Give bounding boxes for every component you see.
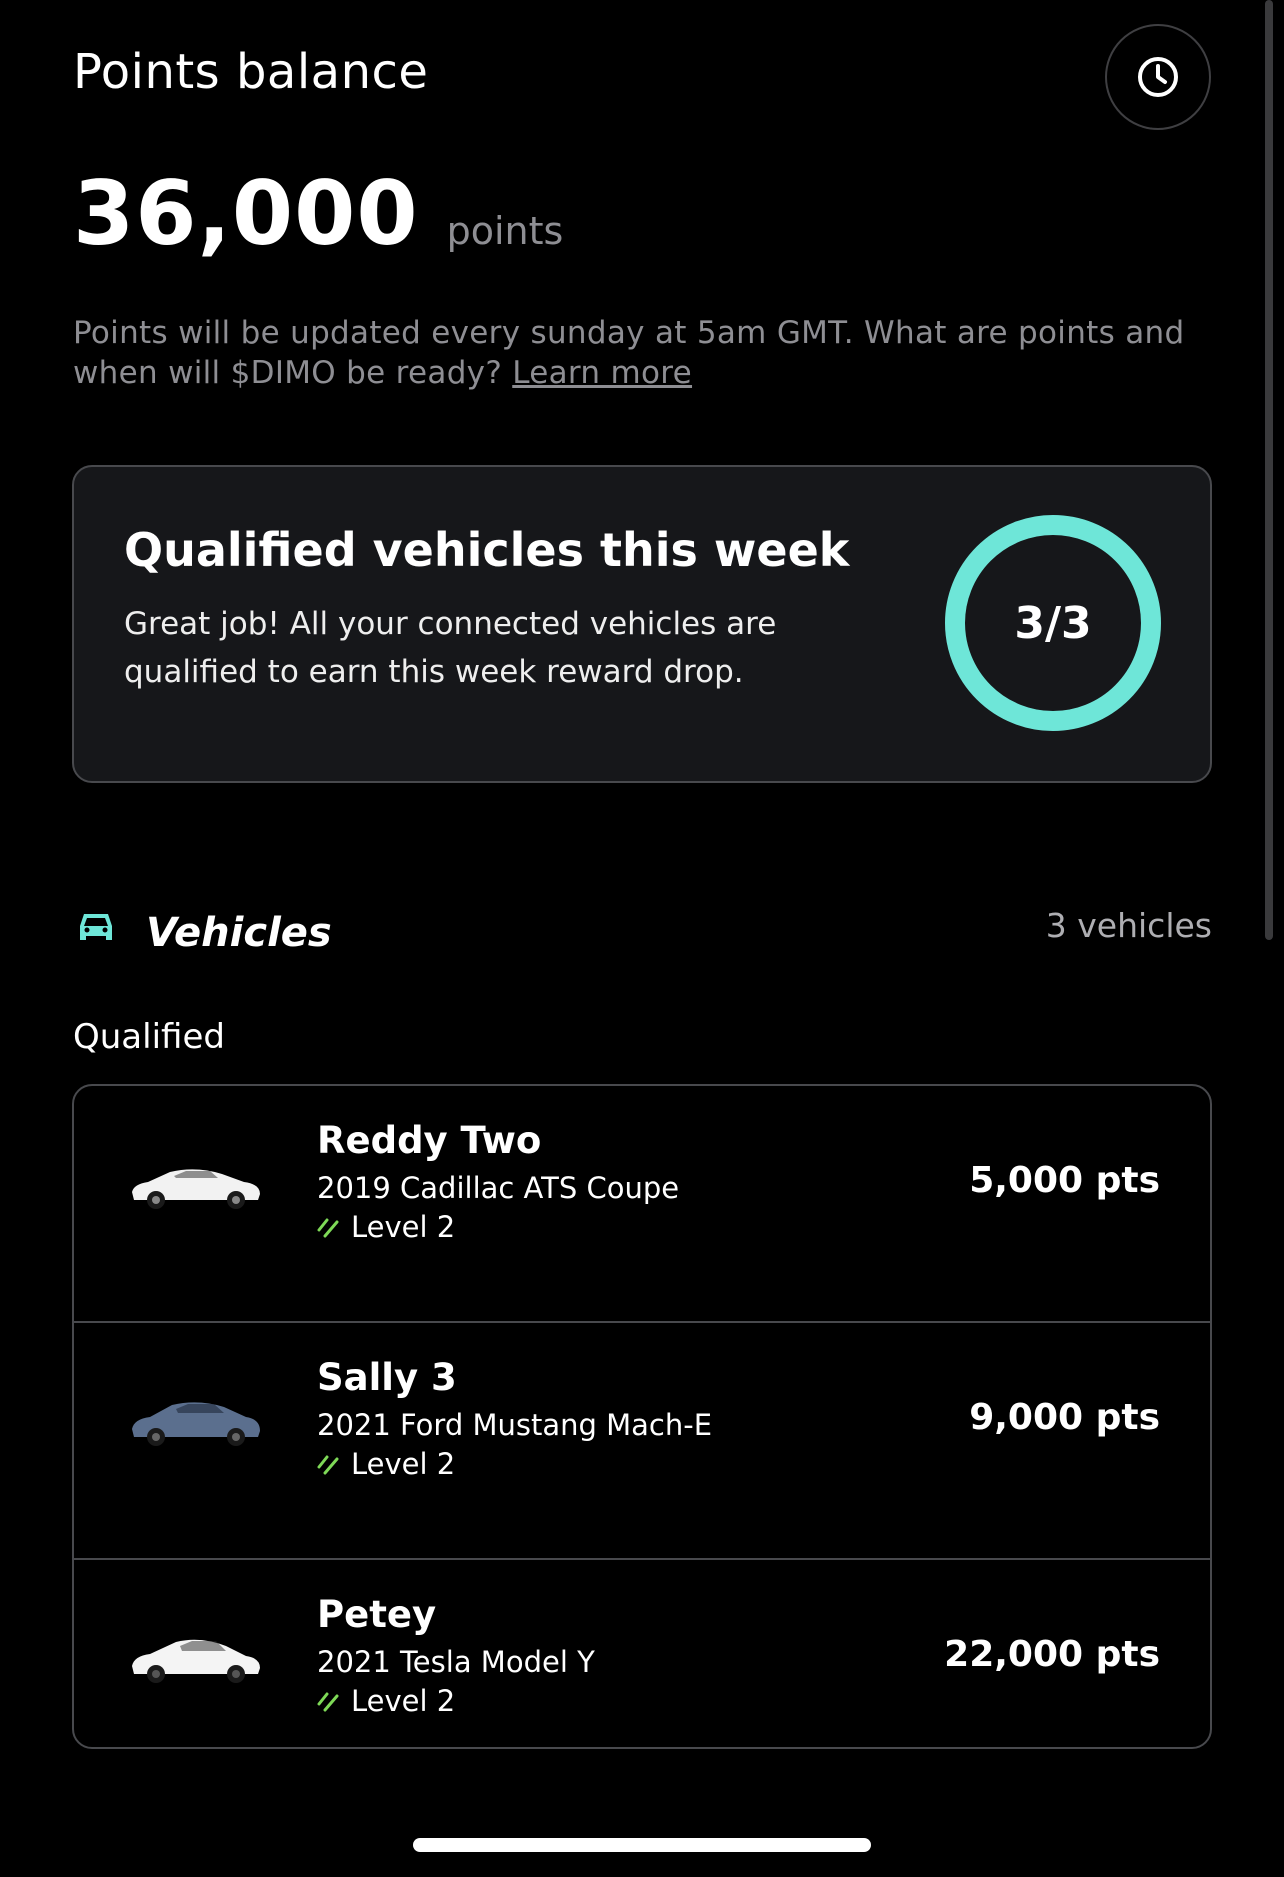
qualified-card-description: Great job! All your connected vehicles a… — [124, 606, 777, 690]
qualified-count-label: 3/3 — [1014, 597, 1092, 649]
learn-more-link[interactable]: Learn more — [512, 355, 692, 391]
page-title: Points balance — [73, 44, 429, 100]
level-icon — [317, 1692, 339, 1712]
vehicle-image — [132, 1169, 260, 1209]
vehicle-name: Sally 3 — [317, 1356, 457, 1399]
car-icon — [80, 914, 112, 940]
vehicle-points: 9,000 pts — [969, 1397, 1160, 1438]
vehicle-image — [132, 1639, 260, 1683]
vehicle-model: 2021 Ford Mustang Mach-E — [317, 1408, 713, 1442]
vehicle-name: Reddy Two — [317, 1119, 542, 1162]
vehicle-model: 2021 Tesla Model Y — [317, 1645, 595, 1679]
level-icon — [317, 1218, 339, 1238]
vehicle-level: Level 2 — [317, 1210, 455, 1244]
vehicles-header: Vehicles 3 vehicles — [76, 906, 1212, 960]
home-indicator[interactable] — [413, 1838, 871, 1852]
vehicle-level: Level 2 — [317, 1447, 455, 1481]
vehicle-name: Petey — [317, 1593, 437, 1636]
vehicle-points: 22,000 pts — [944, 1634, 1160, 1675]
qualified-card-title: Qualified vehicles this week — [124, 523, 850, 577]
balance-unit: points — [446, 209, 564, 253]
points-balance: 36,000 points — [73, 170, 563, 258]
vehicle-model: 2019 Cadillac ATS Coupe — [317, 1171, 680, 1205]
vehicle-list: Reddy Two 2019 Cadillac ATS Coupe Level … — [72, 1084, 1212, 1749]
vehicle-row[interactable]: Reddy Two 2019 Cadillac ATS Coupe Level … — [74, 1086, 1210, 1323]
vehicle-level: Level 2 — [317, 1684, 455, 1718]
vehicle-level-label: Level 2 — [351, 1447, 456, 1481]
points-info-text: Points will be updated every sunday at 5… — [73, 313, 1223, 393]
vehicles-title: Vehicles — [146, 910, 332, 956]
balance-value: 36,000 — [73, 162, 419, 265]
vehicle-level-label: Level 2 — [351, 1684, 456, 1718]
scrollbar[interactable] — [1265, 0, 1273, 940]
vehicle-image — [132, 1402, 260, 1446]
vehicle-level-label: Level 2 — [351, 1210, 456, 1244]
history-button[interactable] — [1105, 24, 1211, 130]
vehicle-row[interactable]: Sally 3 2021 Ford Mustang Mach-E Level 2… — [74, 1323, 1210, 1560]
qualified-vehicles-card: Qualified vehicles this week Great job! … — [72, 465, 1212, 783]
vehicle-row[interactable]: Petey 2021 Tesla Model Y Level 2 22,000 … — [74, 1560, 1210, 1747]
qualified-section-label: Qualified — [73, 1017, 225, 1057]
clock-icon — [1138, 57, 1178, 97]
vehicles-count: 3 vehicles — [1045, 906, 1212, 945]
level-icon — [317, 1455, 339, 1475]
vehicle-points: 5,000 pts — [969, 1160, 1160, 1201]
